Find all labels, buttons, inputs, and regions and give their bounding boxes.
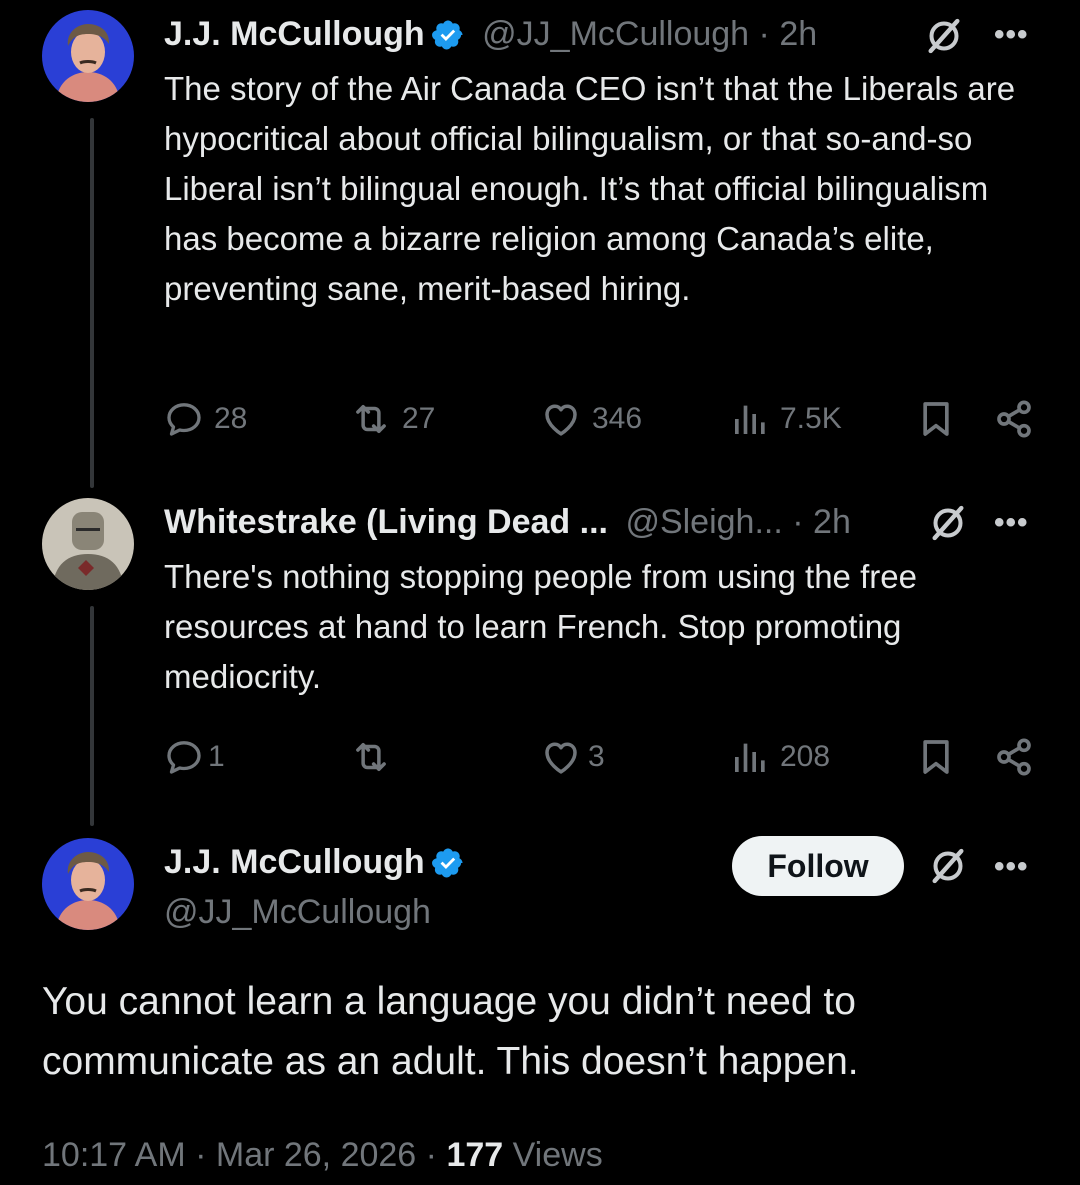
reply-count: 1: [208, 740, 225, 773]
repost-icon: [350, 736, 392, 778]
repost-count: 27: [402, 402, 436, 435]
author-handle[interactable]: @Sleigh...: [625, 503, 782, 541]
share-icon: [994, 399, 1034, 439]
repost-button[interactable]: [350, 732, 402, 782]
share-button[interactable]: [994, 394, 1034, 444]
like-count: 3: [588, 740, 605, 773]
timestamp[interactable]: · 2h: [759, 15, 818, 53]
more-icon[interactable]: •••: [994, 850, 1029, 884]
reply-button[interactable]: 28: [164, 394, 247, 444]
avatar[interactable]: [42, 498, 134, 590]
views-button[interactable]: 208: [730, 732, 830, 782]
reply-button[interactable]: 1: [164, 732, 225, 782]
reply-icon: [164, 399, 204, 439]
bookmark-button[interactable]: [916, 732, 956, 782]
timestamp[interactable]: 10:17 AM · Mar 26, 2026 ·: [42, 1136, 446, 1174]
action-bar: 28 27 346 7.5K: [164, 394, 1044, 444]
views-count: 177: [446, 1136, 504, 1174]
grok-icon[interactable]: [928, 846, 968, 886]
verified-badge-icon: [431, 846, 465, 880]
reply-icon: [164, 737, 204, 777]
tweet-header: Whitestrake (Living Dead ... @Sleigh... …: [164, 502, 851, 542]
views-count: 208: [780, 740, 831, 773]
tweet-text: The story of the Air Canada CEO isn’t th…: [164, 70, 1016, 307]
views-count: 7.5K: [780, 402, 842, 435]
more-icon[interactable]: •••: [994, 506, 1029, 540]
author-name[interactable]: Whitestrake (Living Dead ...: [164, 503, 608, 541]
author-name[interactable]: J.J. McCullough: [164, 843, 425, 881]
avatar[interactable]: [42, 10, 134, 102]
bookmark-icon: [916, 399, 956, 439]
like-button[interactable]: 3: [540, 732, 605, 782]
bookmark-button[interactable]: [916, 394, 956, 444]
like-icon: [540, 398, 582, 440]
author-handle[interactable]: @JJ_McCullough: [164, 892, 431, 932]
tweet-meta: 10:17 AM · Mar 26, 2026 · 177 Views: [42, 1133, 603, 1177]
share-button[interactable]: [994, 732, 1034, 782]
main-tweet-text: You cannot learn a language you didn’t n…: [42, 980, 859, 1083]
tweet-header: J.J. McCullough @JJ_McCullough · 2h: [164, 14, 817, 54]
follow-button[interactable]: Follow: [732, 836, 904, 896]
thread-line: [90, 118, 94, 488]
verified-badge-icon: [431, 18, 465, 52]
tweet-text: There's nothing stopping people from usi…: [164, 558, 917, 695]
share-icon: [994, 737, 1034, 777]
action-bar: 1 3 208: [164, 732, 1044, 782]
views-icon: [730, 399, 770, 439]
like-button[interactable]: 346: [540, 394, 642, 444]
grok-icon[interactable]: [924, 16, 964, 56]
avatar[interactable]: [42, 838, 134, 930]
views-button[interactable]: 7.5K: [730, 394, 842, 444]
more-icon[interactable]: •••: [994, 18, 1029, 52]
author-handle[interactable]: @JJ_McCullough: [482, 15, 749, 53]
repost-icon: [350, 398, 392, 440]
views-icon: [730, 737, 770, 777]
views-label: Views: [503, 1136, 603, 1174]
author-name[interactable]: J.J. McCullough: [164, 15, 425, 53]
like-icon: [540, 736, 582, 778]
reply-count: 28: [214, 402, 248, 435]
bookmark-icon: [916, 737, 956, 777]
main-author-name-row: J.J. McCullough: [164, 842, 465, 882]
like-count: 346: [592, 402, 643, 435]
thread-line: [90, 606, 94, 826]
repost-button[interactable]: 27: [350, 394, 435, 444]
grok-icon[interactable]: [928, 503, 968, 543]
timestamp[interactable]: · 2h: [792, 503, 851, 541]
